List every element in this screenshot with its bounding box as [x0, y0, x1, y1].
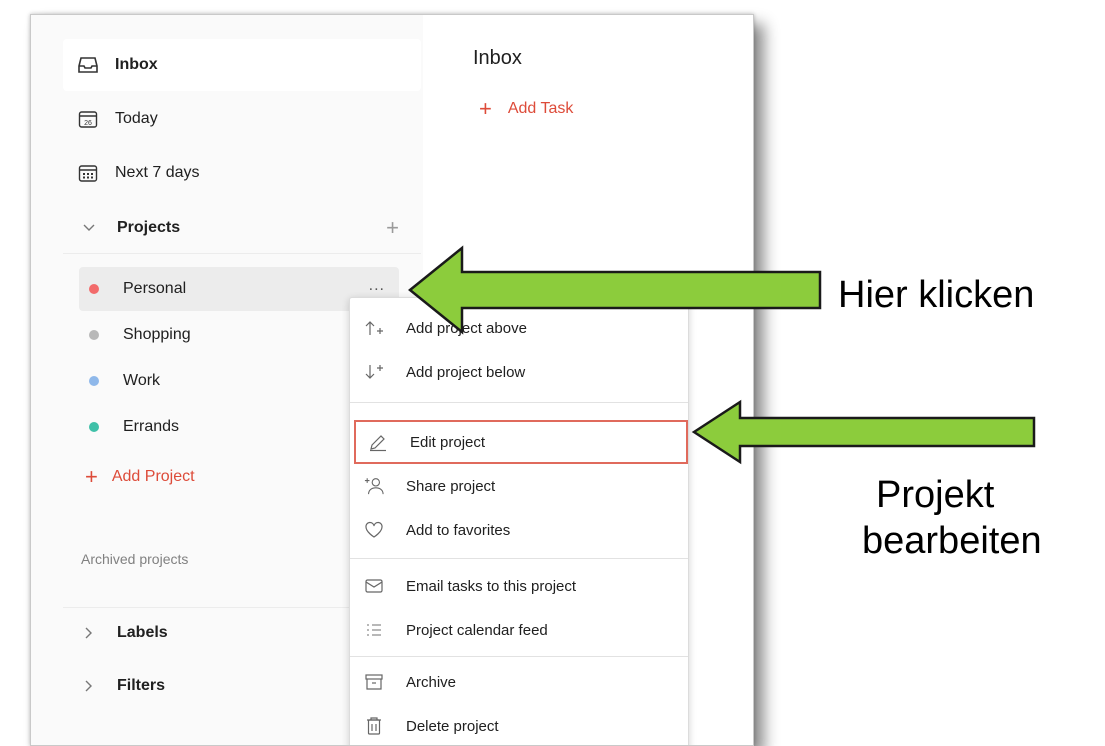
app-window: Inbox 26 Today Next 7 days Projects + Pe… — [30, 14, 754, 746]
chevron-right-icon[interactable] — [79, 627, 99, 639]
list-icon — [364, 620, 384, 640]
trash-icon — [364, 716, 384, 736]
menu-item-email-tasks[interactable]: Email tasks to this project — [350, 564, 688, 608]
annotation-line: Projekt — [876, 474, 995, 516]
add-project-label: Add Project — [111, 468, 195, 485]
annotation-line: bearbeiten — [862, 520, 1042, 562]
sidebar-item-label: Today — [115, 110, 158, 127]
menu-item-calendar-feed[interactable]: Project calendar feed — [350, 608, 688, 652]
annotation-arrow-click-here — [408, 245, 822, 335]
add-task-label: Add Task — [507, 100, 574, 117]
menu-divider — [350, 558, 688, 559]
menu-item-edit-project[interactable]: Edit project — [354, 420, 688, 464]
project-color-dot — [89, 284, 99, 294]
annotation-edit-project: Projekt bearbeiten — [862, 472, 1042, 564]
project-context-menu: Add project above Add project below Edit… — [349, 297, 689, 745]
project-color-dot — [89, 376, 99, 386]
add-task-button[interactable]: + Add Task — [479, 96, 574, 121]
archived-projects-link[interactable]: Archived projects — [81, 551, 188, 567]
menu-item-add-project-below[interactable]: Add project below — [350, 350, 688, 394]
today-day-number: 26 — [84, 120, 92, 127]
chevron-right-icon[interactable] — [79, 680, 99, 692]
menu-item-label: Edit project — [410, 433, 486, 451]
annotation-arrow-edit-project — [691, 399, 1036, 465]
add-project-plus-icon[interactable]: + — [386, 215, 399, 241]
pencil-icon — [368, 432, 388, 452]
archive-box-icon — [364, 672, 384, 692]
mail-icon — [364, 576, 384, 596]
menu-item-label: Add project below — [406, 363, 526, 381]
section-label: Projects — [117, 219, 181, 236]
projects-section-header[interactable]: Projects + — [63, 203, 421, 254]
plus-icon: + — [85, 464, 98, 489]
menu-item-label: Delete project — [406, 717, 499, 735]
menu-item-archive[interactable]: Archive — [350, 660, 688, 704]
project-label: Work — [123, 372, 161, 389]
add-person-icon — [364, 476, 384, 496]
menu-divider — [350, 402, 688, 403]
menu-item-label: Email tasks to this project — [406, 577, 577, 595]
menu-item-label: Add to favorites — [406, 521, 511, 539]
project-label: Personal — [123, 280, 187, 297]
sidebar-item-inbox[interactable]: Inbox — [63, 39, 421, 91]
sidebar-item-today[interactable]: 26 Today — [63, 93, 421, 145]
menu-item-label: Share project — [406, 477, 496, 495]
calendar-day-icon: 26 — [77, 108, 99, 130]
heart-icon — [364, 520, 384, 540]
add-project-button[interactable]: + Add Project — [85, 464, 195, 489]
project-label: Shopping — [123, 326, 191, 343]
menu-item-label: Archive — [406, 673, 457, 691]
section-label: Labels — [117, 624, 168, 641]
section-label: Filters — [117, 677, 166, 694]
menu-item-delete-project[interactable]: Delete project — [350, 704, 688, 745]
menu-item-label: Project calendar feed — [406, 621, 548, 639]
project-color-dot — [89, 422, 99, 432]
page-title: Inbox — [473, 47, 522, 69]
plus-icon: + — [479, 96, 492, 121]
inbox-icon — [77, 54, 99, 76]
arrow-up-plus-icon — [364, 318, 384, 338]
menu-divider — [350, 656, 688, 657]
menu-item-add-to-favorites[interactable]: Add to favorites — [350, 508, 688, 552]
chevron-down-icon[interactable] — [79, 224, 99, 232]
more-options-icon[interactable]: ... — [369, 277, 385, 295]
arrow-down-plus-icon — [364, 362, 384, 382]
calendar-week-icon — [77, 162, 99, 184]
sidebar-item-label: Inbox — [115, 56, 158, 73]
project-label: Errands — [123, 418, 180, 435]
sidebar-item-label: Next 7 days — [115, 164, 200, 181]
menu-item-share-project[interactable]: Share project — [350, 464, 688, 508]
project-color-dot — [89, 330, 99, 340]
sidebar-item-next-7-days[interactable]: Next 7 days — [63, 147, 421, 199]
annotation-click-here: Hier klicken — [838, 274, 1035, 316]
